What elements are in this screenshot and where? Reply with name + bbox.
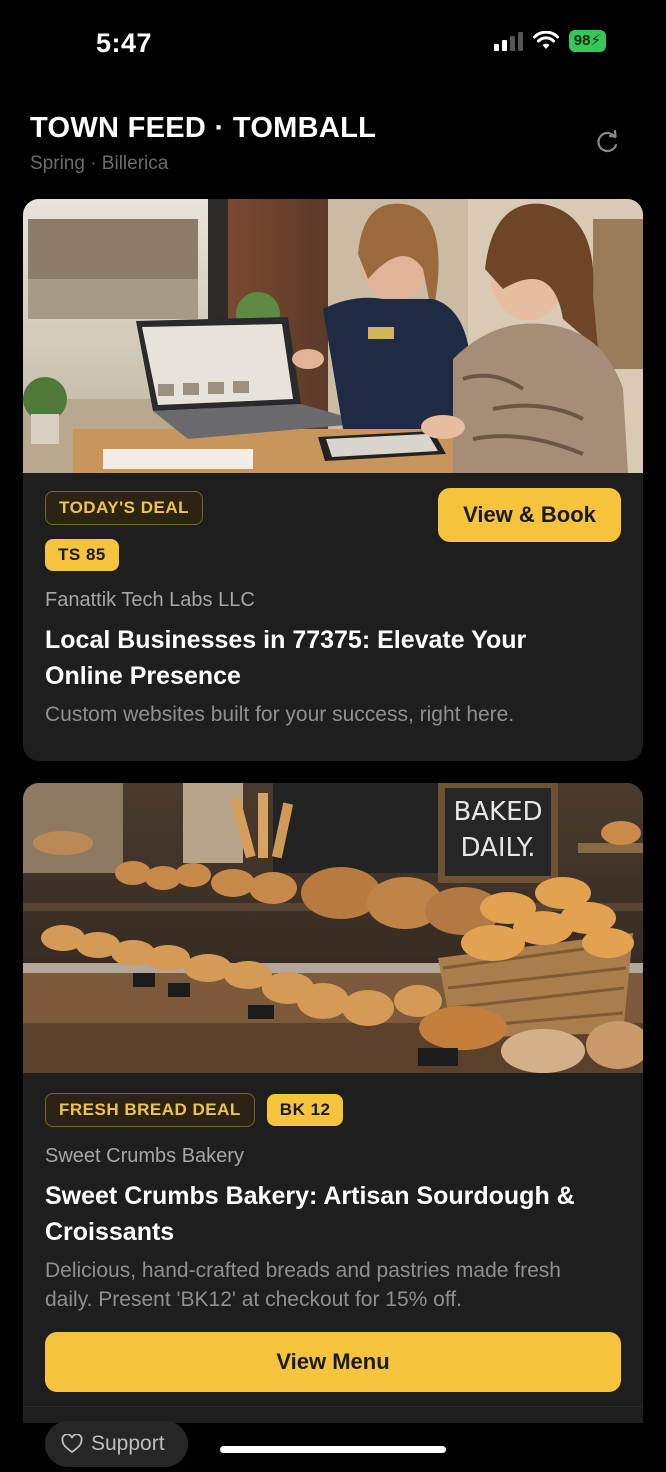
deal-card[interactable]: BAKED DAILY. FRESH BREAD DEAL BK 12 Swee…: [23, 783, 643, 1423]
business-name: Sweet Crumbs Bakery: [45, 1145, 244, 1167]
deal-photo: BAKED DAILY.: [23, 783, 643, 1073]
refresh-icon[interactable]: [594, 128, 622, 156]
deal-headline: Sweet Crumbs Bakery: Artisan Sourdough &…: [45, 1182, 575, 1246]
battery-indicator: 98⚡: [568, 30, 606, 52]
bakery-sign-line-1: BAKED: [453, 797, 542, 827]
deal-description: Delicious, hand-crafted breads and pastr…: [45, 1259, 561, 1311]
status-bar: 5:47 98⚡: [0, 0, 666, 90]
cellular-signal-icon: [493, 31, 523, 51]
bakery-sign-line-2: DAILY.: [461, 833, 536, 863]
support-label: Support: [91, 1432, 165, 1455]
deal-photo: [23, 199, 643, 473]
page-header: TOWN FEED · TOMBALL Spring · Billerica: [30, 112, 636, 175]
deal-code-badge: BK 12: [266, 1094, 344, 1126]
view-and-book-button[interactable]: View & Book: [438, 488, 621, 542]
business-name: Fanattik Tech Labs LLC: [45, 589, 255, 611]
page-title: TOWN FEED · TOMBALL: [30, 112, 377, 144]
deal-description: Custom websites built for your success, …: [45, 703, 515, 726]
status-time: 5:47: [96, 28, 153, 58]
heart-icon: [61, 1434, 83, 1454]
deal-category-badge: TODAY'S DEAL: [45, 491, 204, 525]
view-menu-button[interactable]: View Menu: [45, 1332, 621, 1392]
deal-card[interactable]: TODAY'S DEAL TS 85 View & Book Fanattik …: [23, 199, 643, 761]
deal-headline: Local Businesses in 77375: Elevate Your …: [45, 626, 527, 690]
page-subtitle: Spring · Billerica: [30, 153, 169, 174]
wifi-icon: [532, 31, 559, 49]
status-icons: 98⚡: [493, 30, 606, 52]
deal-category-badge: FRESH BREAD DEAL: [45, 1093, 255, 1127]
footer-divider: [23, 1406, 643, 1407]
home-indicator: [220, 1446, 446, 1453]
support-button[interactable]: Support: [45, 1421, 188, 1467]
deal-code-badge: TS 85: [45, 539, 119, 571]
